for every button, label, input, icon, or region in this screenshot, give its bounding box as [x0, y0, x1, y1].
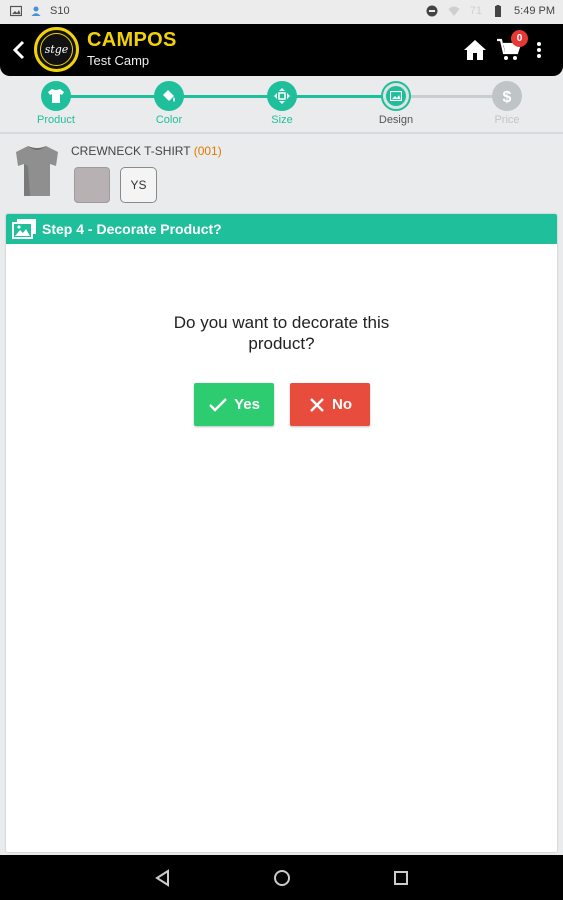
size-chip[interactable]: YS	[120, 167, 157, 203]
decorate-panel: Step 4 - Decorate Product? Do you want t…	[6, 214, 557, 852]
tshirt-product-image	[16, 146, 58, 196]
app-title: CAMPOS	[87, 29, 177, 51]
resize-arrows-icon	[274, 88, 290, 104]
product-code: (001)	[193, 144, 222, 158]
panel-header: Step 4 - Decorate Product?	[6, 214, 557, 244]
color-swatch[interactable]	[74, 167, 110, 203]
step-price-circle: $	[492, 81, 522, 111]
app-bar: stge CAMPOS Test Camp 0	[0, 24, 563, 76]
step-size[interactable]: Size	[247, 81, 317, 126]
image-icon	[390, 91, 402, 101]
paint-bucket-icon	[163, 90, 175, 102]
cart-count-badge: 0	[511, 30, 528, 47]
question-line-1: Do you want to decorate this	[173, 313, 390, 332]
system-navigation-bar	[0, 855, 563, 900]
menu-dot-icon	[537, 42, 541, 46]
step-product-label: Product	[37, 114, 75, 126]
gallery-notification-icon	[10, 5, 22, 17]
circle-home-icon	[274, 870, 290, 886]
clock-text: 5:49 PM	[514, 5, 555, 17]
step-size-circle	[267, 81, 297, 111]
home-button[interactable]	[463, 38, 487, 62]
step-design[interactable]: Design	[361, 81, 431, 126]
question-line-2: product?	[248, 334, 315, 353]
step-color[interactable]: Color	[134, 81, 204, 126]
person-notification-icon	[31, 6, 41, 16]
panel-title: Step 4 - Decorate Product?	[42, 221, 222, 237]
status-bar: S10 71 5:49 PM	[0, 0, 563, 24]
step-product[interactable]: Product	[21, 81, 91, 126]
carrier-text: S10	[50, 5, 70, 17]
no-button-label: No	[332, 396, 352, 413]
nav-home-button[interactable]	[269, 865, 295, 891]
product-name-text: CREWNECK T-SHIRT	[71, 144, 191, 158]
checkmark-icon	[209, 397, 227, 412]
menu-dot-icon	[537, 48, 541, 52]
chevron-left-icon	[12, 40, 25, 60]
svg-text:$: $	[503, 89, 512, 105]
dollar-icon: $	[503, 89, 512, 105]
step-size-label: Size	[271, 114, 293, 126]
step-color-circle	[154, 81, 184, 111]
step-price[interactable]: $ Price	[472, 81, 542, 126]
step-connector	[56, 95, 396, 98]
overflow-menu-button[interactable]	[532, 38, 546, 62]
home-icon	[464, 40, 486, 60]
tshirt-icon	[48, 89, 64, 103]
nav-back-button[interactable]	[150, 865, 176, 891]
image-gallery-icon	[12, 219, 36, 239]
app-subtitle: Test Camp	[87, 53, 150, 68]
yes-button-label: Yes	[234, 396, 260, 413]
product-summary: CREWNECK T-SHIRT (001) YS	[0, 134, 563, 214]
progress-stepper: Product Color Size Design $ Price	[0, 76, 563, 132]
back-button[interactable]	[8, 37, 30, 63]
nav-recents-button[interactable]	[388, 865, 414, 891]
triangle-back-icon	[155, 869, 169, 887]
menu-dot-icon	[537, 54, 541, 58]
product-name: CREWNECK T-SHIRT (001)	[71, 144, 222, 158]
step-design-label: Design	[378, 114, 414, 126]
decorate-question: Do you want to decorate this product?	[6, 312, 557, 354]
signal-text: 71	[469, 5, 483, 17]
wifi-icon	[448, 6, 460, 16]
do-not-disturb-icon	[426, 5, 438, 17]
no-button[interactable]: No	[290, 383, 370, 426]
step-price-label: Price	[494, 114, 520, 126]
logo-text: stge	[40, 33, 73, 66]
step-product-circle	[41, 81, 71, 111]
close-icon	[310, 397, 324, 412]
yes-button[interactable]: Yes	[194, 383, 274, 426]
brand-logo: stge	[34, 27, 79, 72]
square-recents-icon	[394, 871, 408, 885]
step-design-circle	[381, 81, 411, 111]
step-color-label: Color	[155, 114, 183, 126]
battery-icon	[495, 5, 502, 17]
